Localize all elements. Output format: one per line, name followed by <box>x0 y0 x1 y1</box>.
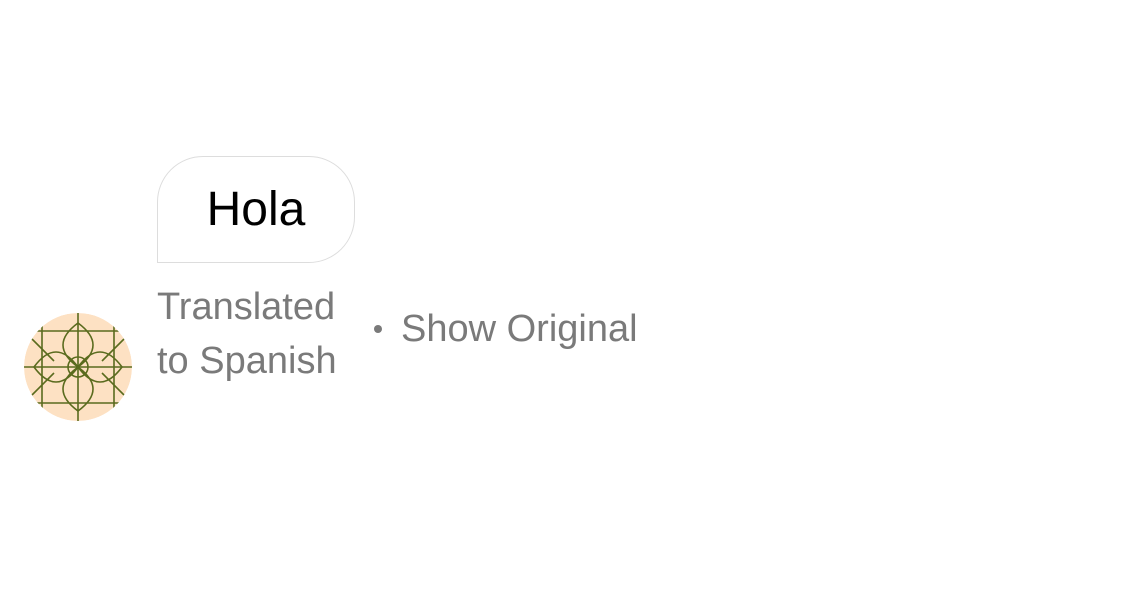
show-original-link[interactable]: Show Original <box>401 307 638 351</box>
conversation-view: Hola Translated to Spanish Show Original <box>0 0 1125 600</box>
geometric-pattern-avatar-icon <box>24 313 132 421</box>
translation-status: Translated to Spanish <box>157 280 337 388</box>
message-text: Hola <box>206 182 306 236</box>
translation-status-line2: to Spanish <box>157 340 337 382</box>
message-bubble[interactable]: Hola <box>157 156 355 263</box>
translation-status-line1: Translated <box>157 286 336 328</box>
avatar[interactable] <box>24 313 132 421</box>
separator-dot <box>374 325 382 333</box>
